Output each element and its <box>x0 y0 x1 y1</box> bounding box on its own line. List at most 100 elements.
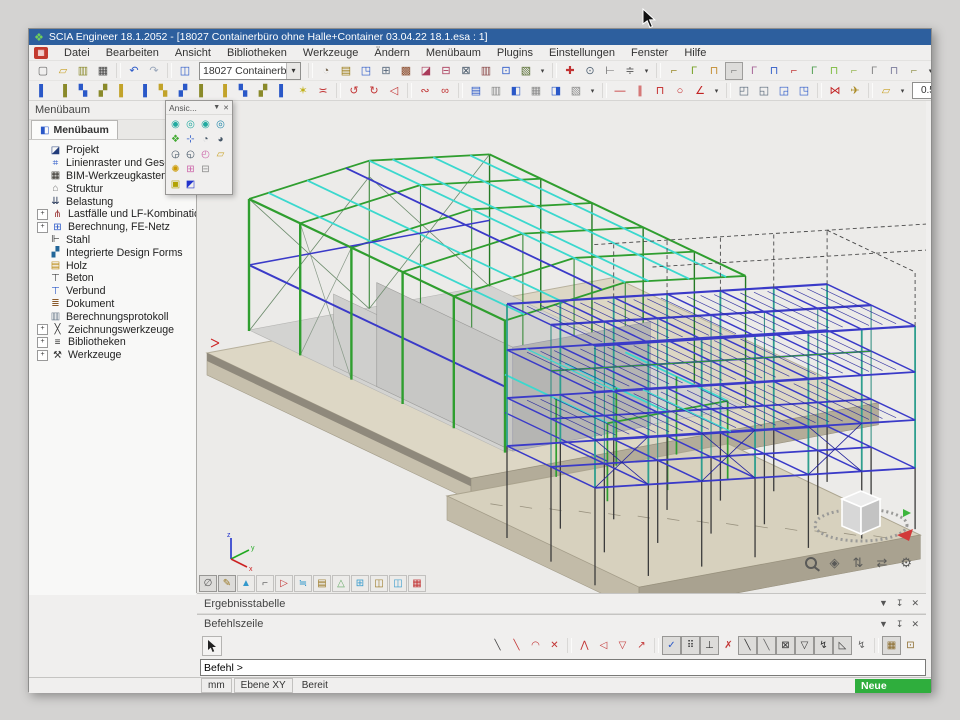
menu-hilfe[interactable]: Hilfe <box>676 47 714 59</box>
scale-spinner-value[interactable]: 0.50.. <box>913 85 931 96</box>
view-ucs-icon[interactable]: ⊹ <box>183 132 198 147</box>
select-previous-icon[interactable]: ◁ <box>385 82 403 100</box>
open-project-icon[interactable]: ▱ <box>54 62 72 80</box>
snap-angle-icon[interactable]: ⋀ <box>575 636 594 655</box>
new-project-button[interactable]: Neue <box>855 679 931 693</box>
palette-dropdown-icon[interactable]: ▼ <box>213 104 220 111</box>
draw-rectangle-icon[interactable]: ⊓ <box>651 82 669 100</box>
scia-app-icon[interactable]: ▦ <box>34 47 48 59</box>
paperspace-gallery-icon[interactable]: ◪ <box>417 62 435 80</box>
zoom-out-icon[interactable]: ◔ <box>198 132 213 147</box>
copy-corner-4-icon[interactable]: ◳ <box>795 82 813 100</box>
new-opening-icon[interactable]: Γ <box>865 62 883 80</box>
snap-orthogonal-icon[interactable]: ▽ <box>795 636 814 655</box>
snap-dot-grid-icon[interactable]: ⊡ <box>901 636 920 655</box>
height-dim-icon[interactable]: ▌ <box>274 82 292 100</box>
snap-perpendicular-icon[interactable]: ⊥ <box>700 636 719 655</box>
new-shell-icon[interactable]: ⌐ <box>905 62 923 80</box>
new-arbitrary-member-icon[interactable]: Γ <box>805 62 823 80</box>
new-wall-icon[interactable]: ⌐ <box>845 62 863 80</box>
tab-table[interactable]: ▦ <box>408 575 426 592</box>
line-grid-icon[interactable]: ▌ <box>114 82 132 100</box>
draw-parallel-icon[interactable]: ∥ <box>631 82 649 100</box>
storey-level-4-icon[interactable]: ▞ <box>94 82 112 100</box>
status-plane[interactable]: Ebene XY <box>234 678 293 693</box>
view-axonometric-icon[interactable]: ❖ <box>168 132 183 147</box>
tab-member[interactable]: ⌐ <box>256 575 274 592</box>
tree-item-integrierte-design-forms[interactable]: ▞Integrierte Design Forms <box>37 246 196 259</box>
raster-dim-icon[interactable]: ▞ <box>254 82 272 100</box>
new-haunch-icon[interactable]: ⊓ <box>765 62 783 80</box>
command-close-icon[interactable]: ✕ <box>911 619 919 630</box>
zoom-previous-icon[interactable]: ◶ <box>168 147 183 162</box>
save-icon[interactable]: ▦ <box>94 62 112 80</box>
trim-bowtie-icon[interactable]: ⋈ <box>826 82 844 100</box>
more-draw-icon[interactable]: ▾ <box>711 82 722 100</box>
structure-check-icon[interactable]: ⊙ <box>581 62 599 80</box>
tab-grid[interactable]: ⊞ <box>351 575 369 592</box>
command-line-panel-header[interactable]: Befehlszeile ▼ ↧ ✕ <box>197 614 926 633</box>
view-back-icon[interactable]: ◎ <box>183 117 198 132</box>
new-project-icon[interactable]: ▢ <box>34 62 52 80</box>
snap-midpoint-icon[interactable]: ╲ <box>738 636 757 655</box>
tree-item-lastfälle-und-lf-kombinationen[interactable]: +⋔Lastfälle und LF-Kombinationen <box>37 208 196 221</box>
tree-item-belastung[interactable]: ⇊Belastung <box>37 195 196 208</box>
bim-toolbox-icon[interactable]: ✚ <box>561 62 579 80</box>
snap-arc-icon[interactable]: ◠ <box>526 636 545 655</box>
zoom-orbit-icon[interactable] <box>805 557 817 569</box>
tab-terrain[interactable]: △ <box>332 575 350 592</box>
connect-members-icon[interactable]: ⊢ <box>601 62 619 80</box>
viewport-3d[interactable]: zyx ∅✎▲⌐▷≒▤△⊞◫◫▦ ◈⇅⇄⚙ <box>197 101 926 593</box>
teamwork-icon[interactable]: ◔ <box>317 62 335 80</box>
snap-line-free-icon[interactable]: ╲ <box>507 636 526 655</box>
results-dropdown-icon[interactable]: ▼ <box>879 598 888 609</box>
new-plate-icon[interactable]: ⊓ <box>825 62 843 80</box>
new-bracing-icon[interactable]: Γ <box>745 62 763 80</box>
layers-on-icon[interactable]: ▤ <box>467 82 485 100</box>
tree-item-holz[interactable]: ▤Holz <box>37 259 196 272</box>
picture-gallery-icon[interactable]: ▩ <box>397 62 415 80</box>
tree-expander-icon[interactable]: + <box>37 350 48 361</box>
swap-view-icon[interactable]: ⇄ <box>876 555 887 571</box>
calculator-icon[interactable]: ▥ <box>477 62 495 80</box>
axis-dim-icon[interactable]: ▐ <box>214 82 232 100</box>
copy-corner-2-icon[interactable]: ◱ <box>755 82 773 100</box>
storey-dim-icon[interactable]: ▚ <box>234 82 252 100</box>
floating-toolbar-ansicht[interactable]: Ansic... ▼ ✕ ◉◎◉◎❖⊹◔◕◶◵◴▱✺⊞⊟▣◩ <box>165 100 233 195</box>
cursor-snap-settings-icon[interactable]: ✓ <box>662 636 681 655</box>
command-input[interactable] <box>200 659 926 676</box>
menu-bibliotheken[interactable]: Bibliotheken <box>219 47 295 59</box>
select-chain-icon[interactable]: ∞ <box>436 82 454 100</box>
tab-wireframe[interactable]: ∅ <box>199 575 217 592</box>
view-left-icon[interactable]: ◉ <box>198 117 213 132</box>
tree-item-verbund[interactable]: ⊤Verbund <box>37 285 196 298</box>
window-remove-icon[interactable]: ⊟ <box>198 162 213 177</box>
palette-title-bar[interactable]: Ansic... ▼ ✕ <box>166 101 232 115</box>
tab-window2[interactable]: ◫ <box>389 575 407 592</box>
tree-item-berechnungsprotokoll[interactable]: ▥Berechnungsprotokoll <box>37 310 196 323</box>
window-add-icon[interactable]: ⊞ <box>183 162 198 177</box>
view-settings-gear-icon[interactable]: ⚙ <box>900 555 912 571</box>
more-filters-icon[interactable]: ▾ <box>587 82 598 100</box>
more-members-icon[interactable]: ▾ <box>925 62 931 80</box>
results-pin-icon[interactable]: ↧ <box>896 598 904 609</box>
tree-item-werkzeuge[interactable]: +⚒Werkzeuge <box>37 349 196 362</box>
tree-item-stahl[interactable]: ⊩Stahl <box>37 234 196 247</box>
grid-point-icon[interactable]: ▌ <box>194 82 212 100</box>
tree-expander-icon[interactable]: + <box>37 209 48 220</box>
palette-close-icon[interactable]: ✕ <box>223 104 229 112</box>
snap-endpoint-icon[interactable]: ╲ <box>757 636 776 655</box>
new-column-icon[interactable]: Γ <box>685 62 703 80</box>
project-combobox[interactable]: 18027 Containerbü ▾ <box>199 62 301 80</box>
view-right-icon[interactable]: ◎ <box>213 117 228 132</box>
layout-manager-icon[interactable]: ⊟ <box>437 62 455 80</box>
tree-item-dokument[interactable]: ≣Dokument <box>37 298 196 311</box>
save-all-icon[interactable]: ▥ <box>74 62 92 80</box>
export-icon[interactable]: ▤ <box>337 62 355 80</box>
render-lightbulb-icon[interactable]: ✺ <box>168 162 183 177</box>
flip-view-icon[interactable]: ⇅ <box>853 555 864 571</box>
more-bim-icon[interactable]: ▾ <box>641 62 652 80</box>
filter-hatch-icon[interactable]: ▧ <box>567 82 585 100</box>
command-pin-icon[interactable]: ↧ <box>896 619 904 630</box>
layers-off-icon[interactable]: ▥ <box>487 82 505 100</box>
